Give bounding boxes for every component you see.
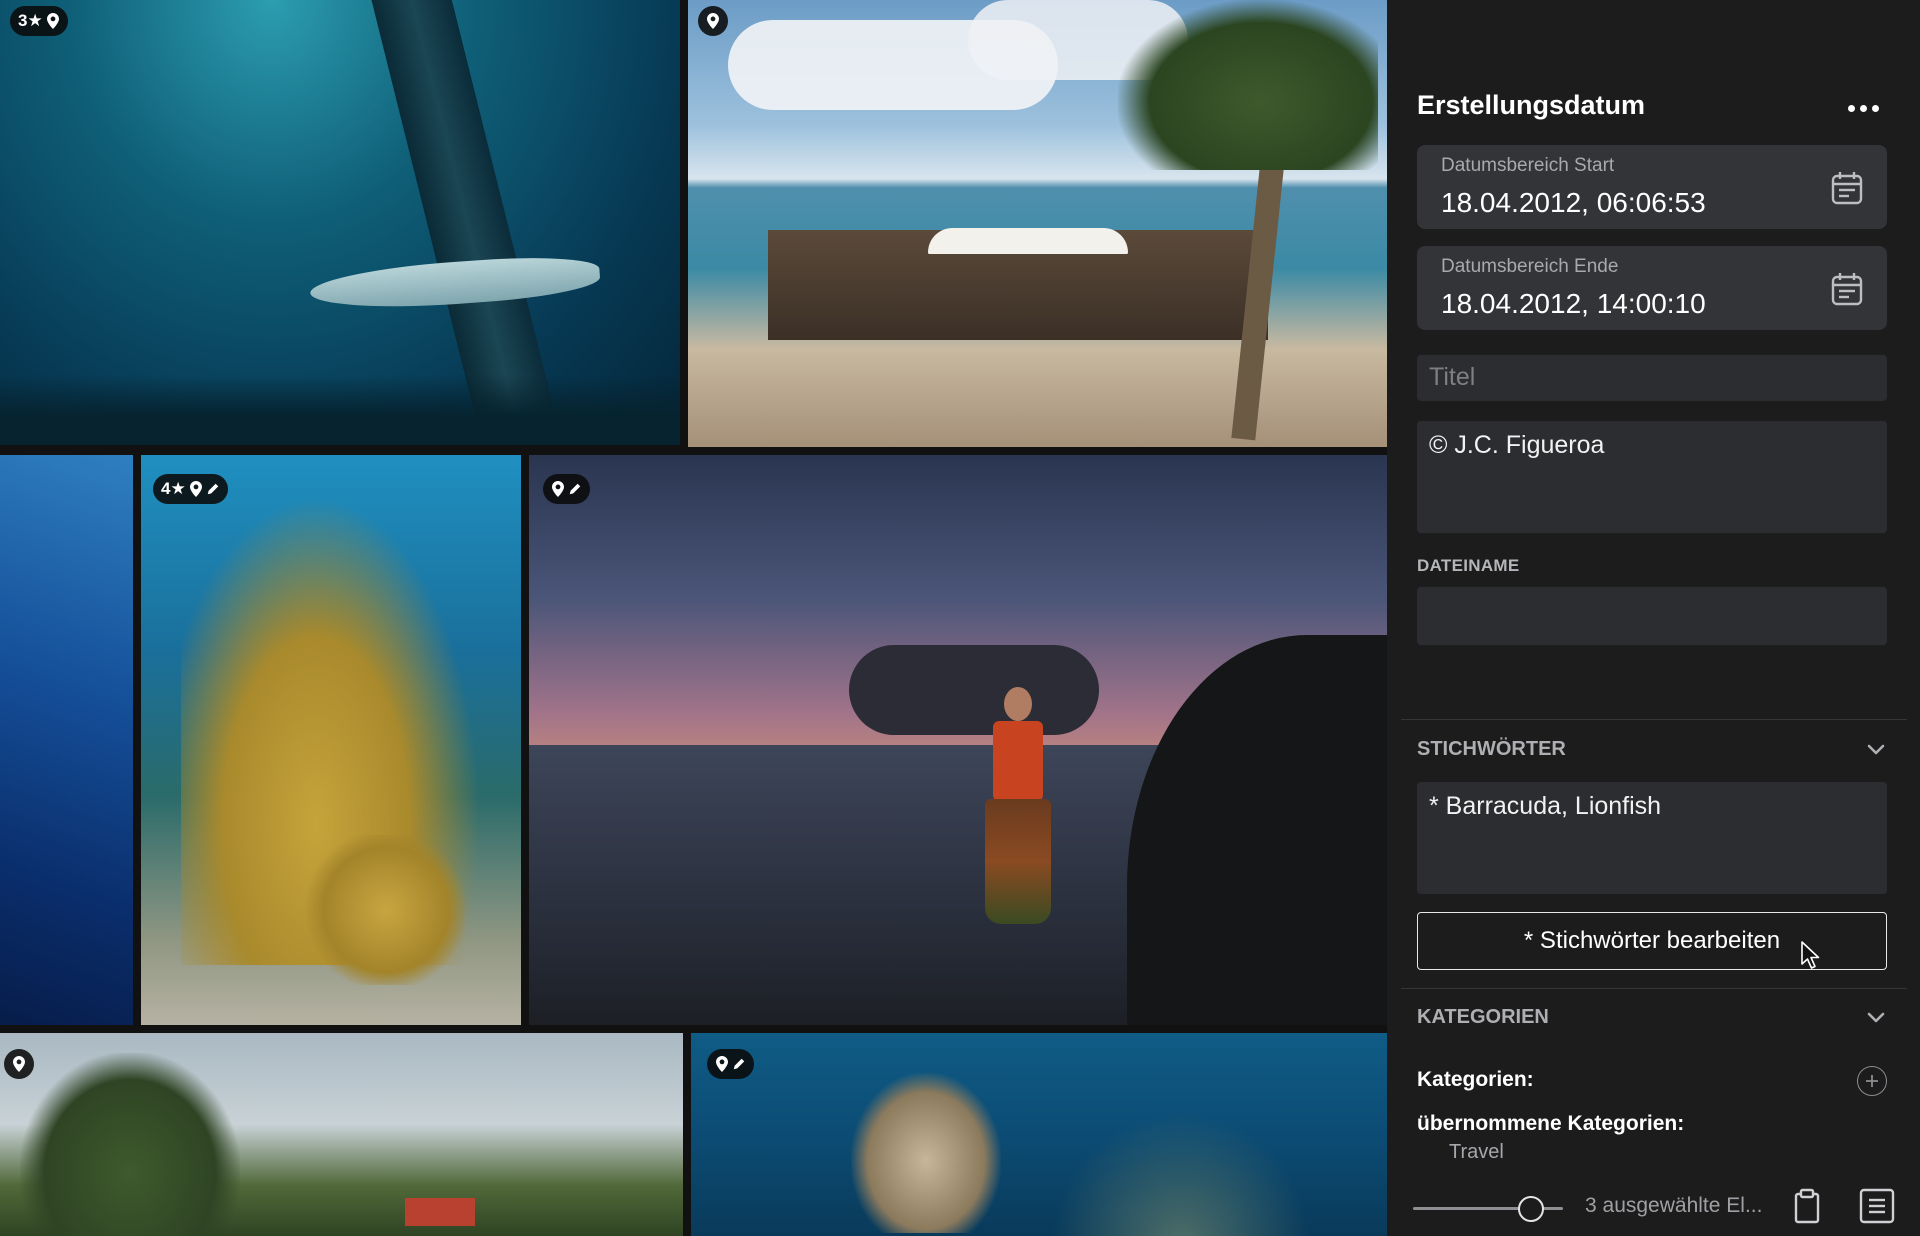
edit-pencil-icon (207, 483, 218, 495)
section-title-creation-date: Erstellungsdatum (1417, 90, 1646, 120)
keywords-header-label: STICHWÖRTER (1417, 738, 1566, 760)
clipboard-icon[interactable] (1787, 1186, 1827, 1226)
photo-thumbnail-coral[interactable]: 4★ (141, 455, 521, 1025)
thumbnail-size-slider[interactable] (1413, 1196, 1563, 1222)
edit-pencil-icon (569, 483, 581, 495)
photo-image (0, 0, 680, 445)
ellipsis-icon (1847, 104, 1855, 112)
keywords-section-header[interactable]: STICHWÖRTER (1417, 730, 1887, 770)
location-pin-icon (46, 13, 59, 29)
inherited-category-value: Travel (1449, 1141, 1504, 1163)
photo-image (141, 455, 521, 1025)
photo-thumbnail-beach[interactable] (688, 0, 1387, 447)
date-range-start-label: Datumsbereich Start (1441, 155, 1615, 176)
chevron-down-icon (1867, 744, 1885, 755)
photo-badge: 4★ (153, 474, 228, 504)
location-pin-icon (707, 13, 719, 29)
location-pin-icon (13, 1056, 25, 1072)
photo-image (688, 0, 1387, 447)
calendar-icon[interactable] (1831, 272, 1863, 306)
location-pin-icon (189, 481, 202, 497)
inherited-categories-label: übernommene Kategorien: (1417, 1112, 1685, 1135)
date-range-end-label: Datumsbereich Ende (1441, 256, 1619, 277)
photo-thumbnail-trees[interactable] (0, 1033, 683, 1236)
more-options-button[interactable] (1835, 90, 1891, 126)
photo-thumbnail-barracuda[interactable]: 3★ (0, 0, 680, 445)
description-text: © J.C. Figueroa (1429, 431, 1605, 459)
photo-badge (698, 6, 728, 36)
title-placeholder: Titel (1429, 363, 1476, 391)
plus-icon (1866, 1075, 1878, 1087)
date-range-end-field[interactable]: Datumsbereich Ende 18.04.2012, 14:00:10 (1417, 246, 1887, 330)
date-range-start-field[interactable]: Datumsbereich Start 18.04.2012, 06:06:53 (1417, 145, 1887, 229)
categories-label: Kategorien: (1417, 1068, 1534, 1091)
title-input[interactable]: Titel (1417, 355, 1887, 401)
photo-thumbnail-sunset[interactable] (529, 455, 1387, 1025)
calendar-icon[interactable] (1831, 171, 1863, 205)
rating-badge: 4★ (161, 479, 186, 498)
photo-badge (543, 474, 590, 504)
location-pin-icon (552, 481, 564, 497)
filename-label: DATEINAME (1417, 556, 1520, 575)
photo-badge (4, 1049, 34, 1079)
photo-thumbnail-turtle[interactable] (691, 1033, 1387, 1236)
photo-thumbnail-deep-blue[interactable] (0, 455, 133, 1025)
chevron-down-icon (1867, 1012, 1885, 1023)
photo-image (691, 1033, 1387, 1236)
divider (1401, 988, 1907, 989)
photo-image (0, 1033, 683, 1236)
filename-input[interactable] (1417, 587, 1887, 645)
list-view-icon[interactable] (1857, 1186, 1897, 1226)
rating-badge: 3★ (18, 11, 43, 30)
description-textarea[interactable]: © J.C. Figueroa (1417, 421, 1887, 533)
selection-count-text: 3 ausgewählte El... (1585, 1194, 1763, 1217)
inspector-footer: 3 ausgewählte El... (1387, 1170, 1920, 1236)
photo-badge (707, 1049, 754, 1079)
date-range-end-value: 18.04.2012, 14:00:10 (1441, 288, 1706, 319)
categories-section-header[interactable]: KATEGORIEN (1417, 998, 1887, 1038)
location-pin-icon (716, 1056, 728, 1072)
keywords-text: * Barracuda, Lionfish (1429, 792, 1662, 820)
edit-pencil-icon (733, 1058, 745, 1070)
photo-image (529, 455, 1387, 1025)
date-range-start-value: 18.04.2012, 06:06:53 (1441, 187, 1706, 218)
photo-image (0, 455, 133, 1025)
photo-grid: 3★ 4★ (0, 0, 1387, 1236)
mouse-cursor-icon (1801, 941, 1820, 969)
categories-header-label: KATEGORIEN (1417, 1006, 1549, 1028)
add-category-button[interactable] (1857, 1066, 1887, 1096)
slider-thumb[interactable] (1518, 1196, 1545, 1222)
keywords-textarea[interactable]: * Barracuda, Lionfish (1417, 782, 1887, 894)
photo-badge: 3★ (10, 6, 68, 36)
divider (1401, 719, 1907, 720)
inspector-panel: Erstellungsdatum Datumsbereich Start 18.… (1387, 0, 1920, 1236)
